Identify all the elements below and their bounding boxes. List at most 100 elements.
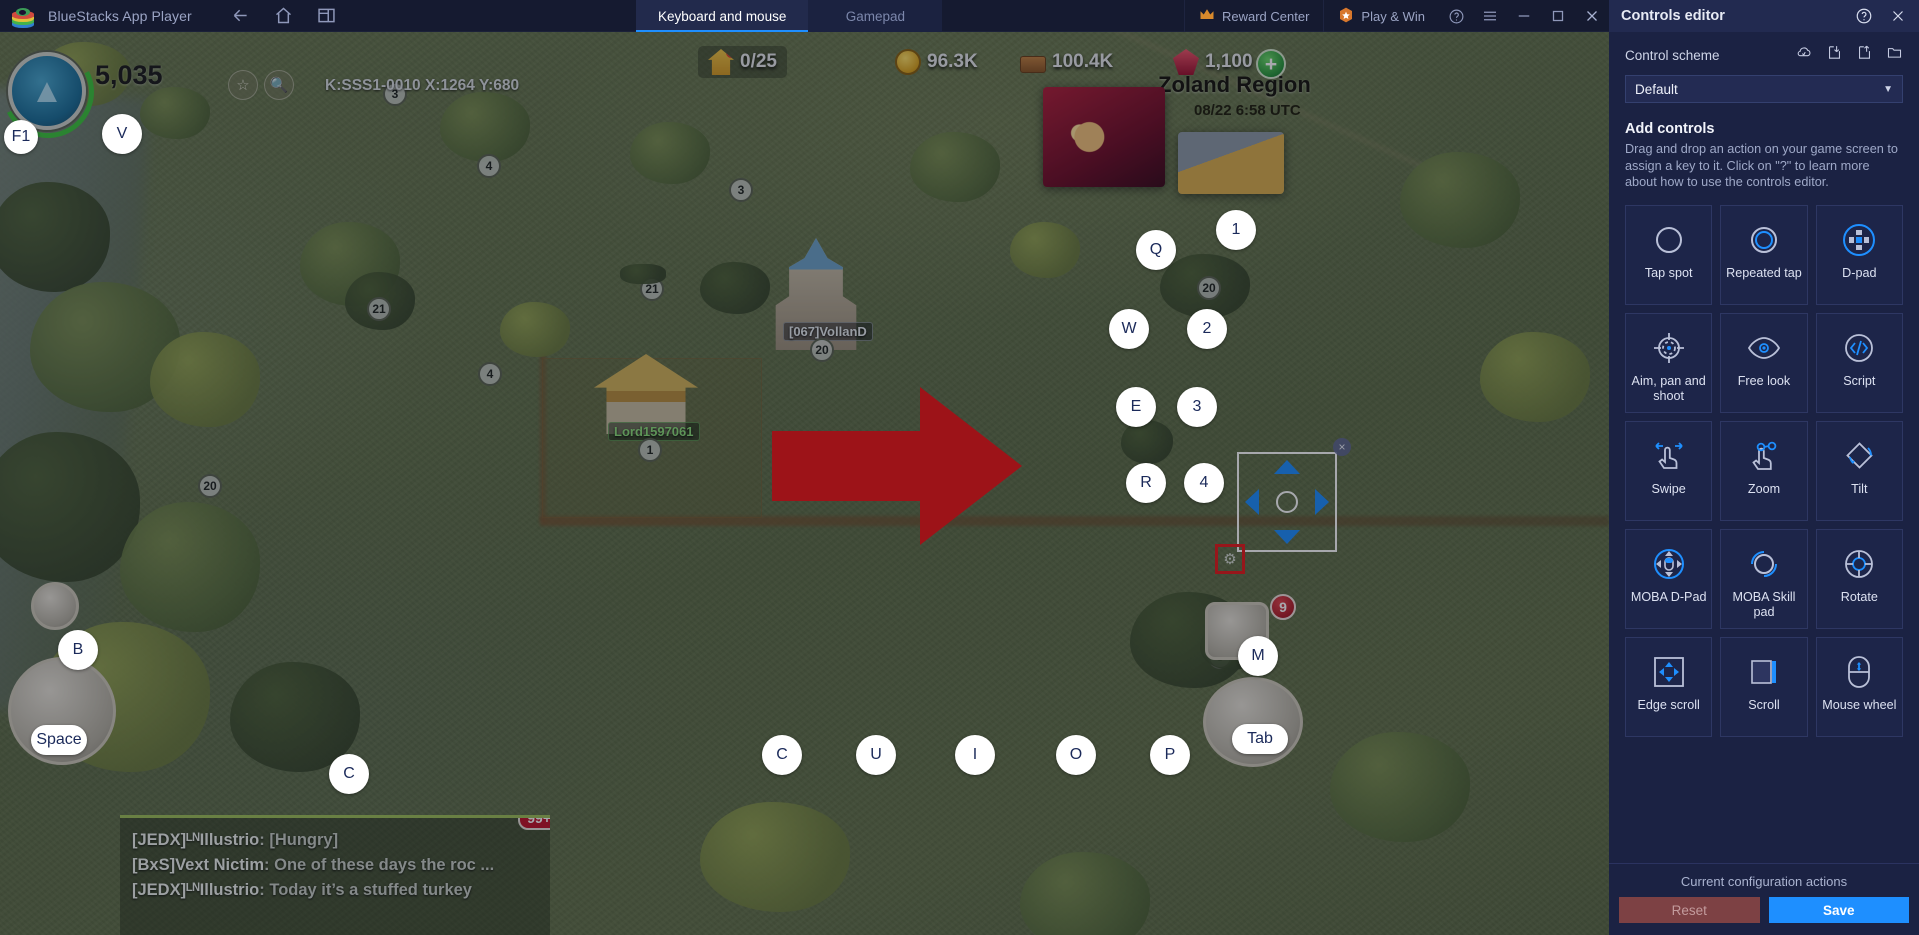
keybinding-c[interactable]: C <box>762 735 802 775</box>
control-label: Scroll <box>1748 697 1780 712</box>
favorite-star-button[interactable]: ☆ <box>228 70 258 100</box>
map-bush <box>700 802 850 912</box>
dpad-left-arrow-icon[interactable] <box>1245 489 1259 515</box>
dpad-overlay-widget[interactable]: × ⚙ <box>1215 438 1351 574</box>
tab-gamepad[interactable]: Gamepad <box>808 0 942 32</box>
control-label: Mouse wheel <box>1822 697 1897 712</box>
chat-panel[interactable]: 99+ [JEDX]ᴸᴺIllustrio: [Hungry] [BxS]Vex… <box>120 815 550 935</box>
map-bush <box>1330 732 1470 842</box>
save-button[interactable]: Save <box>1768 897 1909 923</box>
keybinding-v[interactable]: V <box>102 114 142 154</box>
restore-icon[interactable] <box>1796 44 1813 66</box>
control-scroll[interactable]: Scroll <box>1720 636 1808 737</box>
export-icon[interactable] <box>1856 44 1873 66</box>
keybinding-2[interactable]: 2 <box>1187 309 1227 349</box>
menu-icon[interactable] <box>1473 0 1507 32</box>
keybinding-space[interactable]: Space <box>31 725 87 755</box>
map-bush <box>1400 152 1520 248</box>
keybinding-e[interactable]: E <box>1116 387 1156 427</box>
clan-emblem-icon: ▲ <box>30 72 64 110</box>
panel-close-icon[interactable] <box>1889 7 1907 25</box>
nameplate-castle: [067]VollanD <box>783 322 873 341</box>
keybinding-tab[interactable]: Tab <box>1232 724 1288 754</box>
level-badge: 4 <box>477 154 501 178</box>
back-icon[interactable] <box>230 5 251 26</box>
play-and-win-button[interactable]: Play & Win <box>1323 0 1439 32</box>
minimize-icon[interactable] <box>1507 0 1541 32</box>
map-bush <box>440 92 530 162</box>
map-bush <box>1010 222 1080 278</box>
resource-houses[interactable]: 0/25 <box>698 46 787 78</box>
keybinding-q[interactable]: Q <box>1136 230 1176 270</box>
search-icon[interactable]: 🔍 <box>264 70 294 100</box>
reset-button[interactable]: Reset <box>1619 897 1760 923</box>
multi-instance-icon[interactable] <box>316 5 337 26</box>
keybinding-f1[interactable]: F1 <box>4 120 38 154</box>
keybinding-u[interactable]: U <box>856 735 896 775</box>
home-icon[interactable] <box>273 5 294 26</box>
keybinding-3[interactable]: 3 <box>1177 387 1217 427</box>
keybinding-r[interactable]: R <box>1126 463 1166 503</box>
resource-coins[interactable]: 96.3K <box>885 46 988 78</box>
control-moba-d-pad[interactable]: MOBA D-Pad <box>1625 528 1713 629</box>
control-d-pad[interactable]: D-pad <box>1815 204 1903 305</box>
control-label: Script <box>1843 373 1876 388</box>
chat-text: : One of these days the roc ... <box>264 856 495 874</box>
control-scheme-select[interactable]: Default ▼ <box>1625 75 1903 103</box>
import-icon[interactable] <box>1826 44 1843 66</box>
resource-value: 1,100 <box>1205 51 1253 72</box>
control-tilt[interactable]: Tilt <box>1815 420 1903 521</box>
maximize-icon[interactable] <box>1541 0 1575 32</box>
control-swipe[interactable]: Swipe <box>1625 420 1713 521</box>
control-free-look[interactable]: Free look <box>1720 312 1808 413</box>
folder-icon[interactable] <box>1886 44 1903 66</box>
control-edge-scroll[interactable]: Edge scroll <box>1625 636 1713 737</box>
keybinding-4[interactable]: 4 <box>1184 463 1224 503</box>
close-icon[interactable] <box>1575 0 1609 32</box>
control-rotate[interactable]: Rotate <box>1815 528 1903 629</box>
controls-editor-panel: Controls editor Control scheme Default ▼… <box>1609 0 1919 935</box>
swipe-icon <box>1651 435 1687 477</box>
control-mouse-wheel[interactable]: Mouse wheel <box>1815 636 1903 737</box>
gear-icon[interactable]: ⚙ <box>1223 552 1236 567</box>
reward-center-button[interactable]: Reward Center <box>1183 0 1323 32</box>
keybinding-p[interactable]: P <box>1150 735 1190 775</box>
help-circle-icon[interactable] <box>1855 7 1873 25</box>
event-banner-left[interactable] <box>1043 87 1165 187</box>
resource-wood[interactable]: 100.4K <box>1010 46 1123 78</box>
control-script[interactable]: Script <box>1815 312 1903 413</box>
control-tap-spot[interactable]: Tap spot <box>1625 204 1713 305</box>
keybinding-o[interactable]: O <box>1056 735 1096 775</box>
chat-message: [JEDX]ᴸᴺIllustrio: Today it’s a stuffed … <box>132 878 538 903</box>
control-aim-pan-and-shoot[interactable]: Aim, pan and shoot <box>1625 312 1713 413</box>
game-button-round[interactable] <box>31 582 79 630</box>
dpad-close-icon[interactable]: × <box>1333 438 1351 456</box>
game-viewport[interactable]: [067]VollanD 20 Lord1597061 1 3 4 3 4 21… <box>0 32 1609 935</box>
dpad-up-arrow-icon[interactable] <box>1274 460 1300 474</box>
event-banner-right[interactable] <box>1178 132 1284 194</box>
map-bush <box>630 122 710 184</box>
control-repeated-tap[interactable]: Repeated tap <box>1720 204 1808 305</box>
hud-avatar[interactable]: ▲ <box>8 52 86 130</box>
keybinding-i[interactable]: I <box>955 735 995 775</box>
control-moba-skill-pad[interactable]: MOBA Skill pad <box>1720 528 1808 629</box>
help-icon[interactable] <box>1439 0 1473 32</box>
panel-title: Controls editor <box>1621 8 1725 24</box>
control-zoom[interactable]: Zoom <box>1720 420 1808 521</box>
dpad-center-icon[interactable] <box>1276 491 1298 513</box>
chat-unread-badge: 99+ <box>518 818 550 830</box>
keybinding-b[interactable]: B <box>58 630 98 670</box>
map-bush <box>140 87 210 139</box>
keybinding-w[interactable]: W <box>1109 309 1149 349</box>
keybinding-m[interactable]: M <box>1238 636 1278 676</box>
dpad-right-arrow-icon[interactable] <box>1315 489 1329 515</box>
tab-keyboard-and-mouse[interactable]: Keyboard and mouse <box>636 0 809 32</box>
dpad-down-arrow-icon[interactable] <box>1274 530 1300 544</box>
keybinding-c[interactable]: C <box>329 754 369 794</box>
zoom-icon <box>1746 435 1782 477</box>
reward-center-label: Reward Center <box>1221 8 1310 24</box>
add-controls-description: Drag and drop an action on your game scr… <box>1625 142 1898 189</box>
keybinding-1[interactable]: 1 <box>1216 210 1256 250</box>
level-badge: 20 <box>1197 276 1221 300</box>
control-label: Tilt <box>1851 481 1868 496</box>
